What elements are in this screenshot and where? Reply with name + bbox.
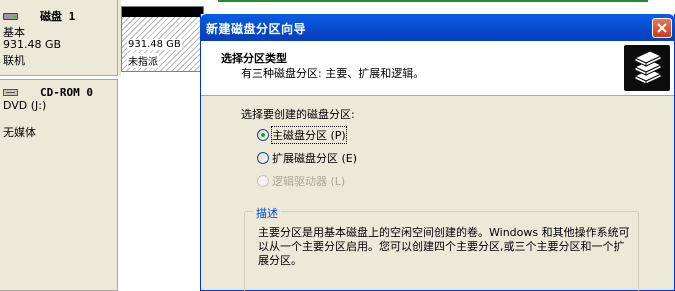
extended-partition-label[interactable]: 扩展磁盘分区 (E) [272, 150, 357, 166]
wizard-disk-stack-icon [624, 45, 670, 91]
description-label: 描述 [253, 205, 281, 221]
wizard-title: 新建磁盘分区向导 [206, 22, 307, 36]
logical-drive-label: 逻辑驱动器 (L) [272, 175, 346, 188]
wizard-body: 选择要创建的磁盘分区: 主磁盘分区 (P) 扩展磁盘分区 (E) 逻辑驱动器 (… [201, 97, 674, 291]
header-title: 选择分区类型 [221, 52, 287, 65]
primary-partition-label[interactable]: 主磁盘分区 (P) [271, 126, 347, 144]
description-group: 描述 主要分区是用基本磁盘上的空闲空间创建的卷。Windows 和其他操作系统可… [244, 205, 639, 291]
disk-1-info[interactable]: 磁盘 1 基本 931.48 GB 联机 [0, 0, 118, 76]
close-icon [657, 23, 667, 33]
disk-1-title: 磁盘 1 [3, 9, 75, 23]
cd-rom-media: 无媒体 [3, 126, 36, 139]
partition-status: 未指派 [127, 53, 159, 68]
volume-list-border [218, 0, 648, 2]
logical-drive-option: 逻辑驱动器 (L) [257, 173, 345, 189]
unallocated-partition[interactable]: 931.48 GB 未指派 [121, 6, 204, 72]
disk-1-name: 磁盘 1 [40, 10, 76, 23]
partition-prompt: 选择要创建的磁盘分区: [241, 108, 355, 121]
disk-1-status: 联机 [3, 54, 25, 67]
cd-rom-icon [3, 86, 18, 98]
primary-partition-radio[interactable] [257, 129, 269, 141]
partition-size: 931.48 GB [127, 39, 182, 50]
new-partition-wizard: 新建磁盘分区向导 选择分区类型 有三种磁盘分区: 主要、扩展和逻辑。 选择要创建… [200, 14, 675, 291]
hard-disk-icon [3, 11, 18, 21]
cd-rom-drive: DVD (J:) [3, 99, 47, 112]
extended-partition-option[interactable]: 扩展磁盘分区 (E) [257, 150, 357, 166]
header-subtitle: 有三种磁盘分区: 主要、扩展和逻辑。 [241, 67, 425, 80]
description-text: 主要分区是用基本磁盘上的空闲空间创建的卷。Windows 和其他操作系统可以从一… [258, 226, 630, 267]
partition-header-bar [122, 7, 203, 17]
cd-rom-name: CD-ROM 0 [40, 85, 93, 99]
primary-partition-option[interactable]: 主磁盘分区 (P) [257, 126, 347, 144]
logical-drive-radio [257, 175, 269, 187]
disk-1-size: 931.48 GB [3, 38, 62, 51]
close-button[interactable] [652, 18, 672, 38]
wizard-titlebar[interactable]: 新建磁盘分区向导 [200, 14, 675, 41]
extended-partition-radio[interactable] [257, 152, 269, 164]
cd-rom-info[interactable]: CD-ROM 0 DVD (J:) 无媒体 [0, 79, 118, 291]
cd-rom-title: CD-ROM 0 [3, 85, 93, 99]
wizard-header: 选择分区类型 有三种磁盘分区: 主要、扩展和逻辑。 [201, 41, 674, 96]
